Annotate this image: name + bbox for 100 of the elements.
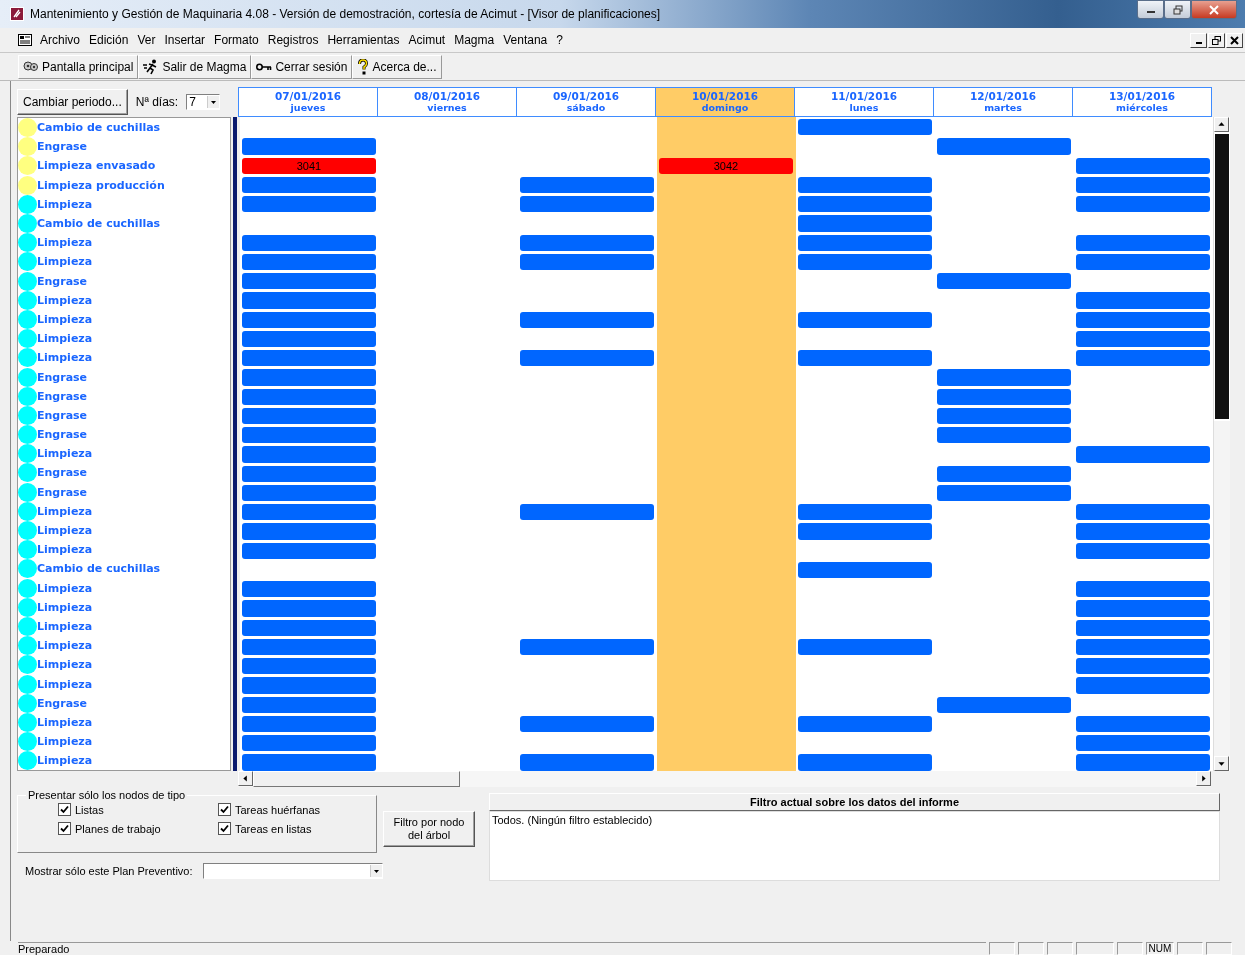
task-bar[interactable] (520, 638, 654, 655)
day-header[interactable]: 08/01/2016 viernes (378, 88, 517, 116)
day-header[interactable]: 10/01/2016 domingo (656, 88, 795, 116)
task-bar[interactable] (1076, 619, 1210, 636)
task-bar[interactable] (1076, 658, 1210, 675)
task-bar[interactable] (520, 715, 654, 732)
horizontal-scrollbar[interactable] (238, 771, 1211, 787)
task-bar[interactable] (242, 484, 376, 501)
day-header[interactable]: 07/01/2016 jueves (239, 88, 378, 116)
task-name[interactable]: Limpieza (37, 293, 93, 307)
task-name[interactable]: Limpieza (37, 197, 93, 211)
day-header[interactable]: 11/01/2016 lunes (795, 88, 934, 116)
task-name[interactable]: Engrase (37, 696, 88, 710)
task-name[interactable]: Limpieza (37, 677, 93, 691)
menu-item[interactable]: Magma (454, 33, 495, 47)
checkbox[interactable] (218, 803, 231, 816)
scroll-down-icon[interactable] (1214, 756, 1229, 771)
toolbar-button[interactable]: Salir de Magma (138, 54, 252, 79)
checkbox[interactable] (218, 822, 231, 835)
task-bar[interactable] (242, 581, 376, 598)
task-bar[interactable] (1076, 253, 1210, 270)
task-bar[interactable] (242, 735, 376, 752)
toolbar-button[interactable]: Pantalla principal (18, 54, 139, 79)
task-bar[interactable] (242, 619, 376, 636)
task-name[interactable]: Limpieza (37, 639, 93, 653)
task-bar[interactable] (798, 715, 932, 732)
menu-item[interactable]: Archivo (40, 33, 80, 47)
checkbox-label[interactable]: Tareas huérfanas (235, 803, 320, 816)
task-name[interactable]: Limpieza (37, 351, 93, 365)
day-header[interactable]: 12/01/2016 martes (934, 88, 1073, 116)
task-name[interactable]: Limpieza (37, 581, 93, 595)
task-bar[interactable] (937, 427, 1071, 444)
task-bar[interactable] (242, 330, 376, 347)
task-bar[interactable] (520, 253, 654, 270)
task-bar[interactable] (798, 196, 932, 213)
task-name[interactable]: Limpieza (37, 255, 93, 269)
document-icon[interactable] (18, 34, 32, 46)
task-bar[interactable] (1076, 504, 1210, 521)
task-bar[interactable] (1076, 735, 1210, 752)
day-header[interactable]: 13/01/2016 miércoles (1073, 88, 1212, 116)
checkbox-label[interactable]: Planes de trabajo (75, 822, 161, 835)
task-bar[interactable] (242, 311, 376, 328)
task-name[interactable]: Limpieza (37, 236, 93, 250)
tree-filter-button[interactable]: Filtro por nodo del árbol (383, 811, 475, 847)
task-bar[interactable] (937, 696, 1071, 713)
task-name[interactable]: Limpieza (37, 332, 93, 346)
task-name[interactable]: Cambio de cuchillas (37, 217, 161, 231)
task-name[interactable]: Limpieza (37, 715, 93, 729)
task-name[interactable]: Limpieza (37, 524, 93, 538)
checkbox-label[interactable]: Tareas en listas (235, 822, 312, 835)
task-bar[interactable] (798, 311, 932, 328)
days-dropdown[interactable]: 7 (186, 94, 221, 110)
task-bar[interactable] (242, 176, 376, 193)
vertical-scrollbar[interactable] (1213, 117, 1230, 771)
task-bar[interactable] (937, 465, 1071, 482)
checkbox[interactable] (58, 803, 71, 816)
task-bar[interactable] (520, 196, 654, 213)
task-bar[interactable] (1076, 311, 1210, 328)
task-bar[interactable] (798, 119, 932, 136)
task-name[interactable]: Limpieza (37, 312, 93, 326)
scroll-left-icon[interactable] (238, 771, 253, 786)
task-bar[interactable] (1076, 542, 1210, 559)
menu-item[interactable]: Herramientas (327, 33, 400, 47)
day-header[interactable]: 09/01/2016 sábado (517, 88, 656, 116)
menu-item[interactable]: Edición (89, 33, 129, 47)
checkbox-label[interactable]: Listas (75, 803, 104, 816)
task-bar[interactable] (798, 176, 932, 193)
task-name[interactable]: Engrase (37, 274, 88, 288)
task-bar[interactable] (937, 484, 1071, 501)
task-bar[interactable] (798, 234, 932, 251)
task-bar[interactable] (242, 638, 376, 655)
task-name[interactable]: Engrase (37, 485, 88, 499)
task-bar[interactable] (520, 350, 654, 367)
task-name[interactable]: Limpieza (37, 600, 93, 614)
task-name[interactable]: Engrase (37, 408, 88, 422)
task-bar[interactable] (1076, 234, 1210, 251)
task-name[interactable]: Limpieza (37, 754, 93, 768)
task-bar[interactable] (242, 658, 376, 675)
menu-item[interactable]: Ver (137, 33, 156, 47)
menu-item[interactable]: ? (556, 33, 563, 47)
scroll-thumb[interactable] (253, 771, 460, 787)
task-bar[interactable] (798, 350, 932, 367)
task-bar[interactable] (1076, 350, 1210, 367)
task-bar[interactable] (520, 176, 654, 193)
task-bar[interactable] (798, 504, 932, 521)
task-name[interactable]: Limpieza (37, 447, 93, 461)
task-bar[interactable] (1076, 176, 1210, 193)
task-bar[interactable] (1076, 581, 1210, 598)
task-name[interactable]: Engrase (37, 466, 88, 480)
task-bar[interactable] (798, 638, 932, 655)
task-bar[interactable] (242, 465, 376, 482)
task-name[interactable]: Engrase (37, 370, 88, 384)
scroll-up-icon[interactable] (1214, 117, 1229, 132)
minimize-button[interactable] (1137, 0, 1164, 19)
task-bar[interactable] (242, 234, 376, 251)
toolbar-button[interactable]: Acerca de... (352, 54, 442, 79)
menu-item[interactable]: Insertar (164, 33, 206, 47)
change-period-button[interactable]: Cambiar periodo... (17, 89, 128, 115)
toolbar-button[interactable]: Cerrar sesión (251, 54, 353, 79)
task-name[interactable]: Engrase (37, 428, 88, 442)
